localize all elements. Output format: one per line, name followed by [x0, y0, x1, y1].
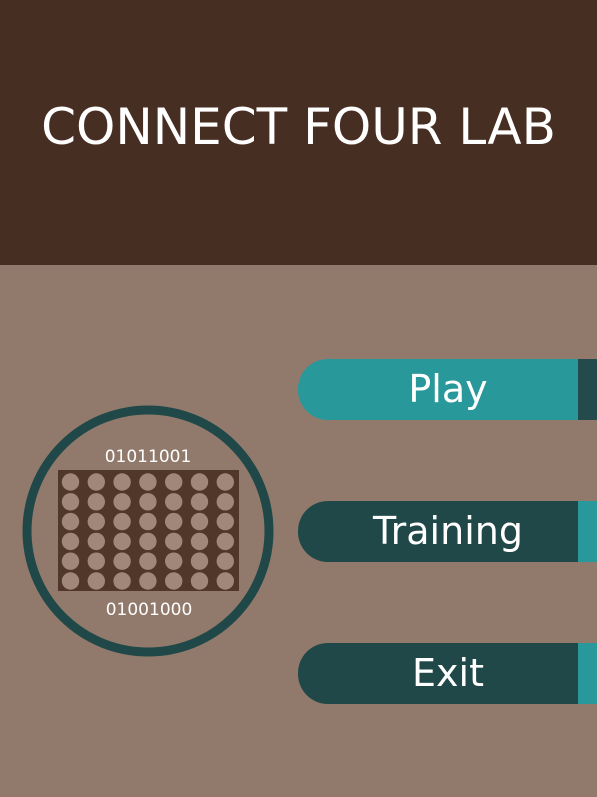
board-disc — [113, 512, 131, 531]
board-disc — [165, 512, 183, 531]
board-disc — [216, 473, 234, 491]
board-disc — [165, 532, 183, 551]
board-disc — [113, 532, 131, 551]
app-title: CONNECT FOUR LAB — [41, 98, 556, 156]
board-disc — [87, 512, 106, 531]
board-disc — [190, 512, 209, 531]
board-disc — [87, 532, 106, 551]
play-button[interactable]: Play — [298, 359, 597, 420]
board-disc — [61, 512, 80, 531]
board-disc — [139, 572, 157, 590]
board-disc — [87, 493, 106, 511]
board-disc — [113, 572, 131, 590]
board-disc — [216, 512, 234, 531]
logo-emblem: 01011001 01001000 — [22, 405, 274, 657]
board-disc — [165, 572, 183, 590]
board-disc — [61, 552, 80, 570]
board-disc — [87, 473, 106, 491]
board-disc — [190, 493, 209, 511]
board-disc — [165, 552, 183, 570]
board-disc — [190, 552, 209, 570]
board-disc — [139, 532, 157, 551]
board-disc — [165, 473, 183, 491]
board-disc — [113, 473, 131, 491]
exit-button-label: Exit — [412, 651, 484, 695]
play-button-cap — [578, 359, 597, 420]
board-disc — [139, 552, 157, 570]
board-disc — [216, 552, 234, 570]
board-disc — [61, 532, 80, 551]
board-disc — [190, 473, 209, 491]
board-disc — [190, 572, 209, 590]
board-disc — [139, 512, 157, 531]
exit-button-cap — [578, 643, 597, 704]
board-disc — [216, 572, 234, 590]
logo-bottom-binary: 01001000 — [106, 600, 193, 620]
training-button-label: Training — [373, 509, 523, 553]
board-disc — [139, 493, 157, 511]
play-button-label: Play — [408, 367, 488, 411]
board-disc — [139, 473, 157, 491]
board-disc — [61, 572, 80, 590]
board-disc — [216, 532, 234, 551]
board-disc — [87, 552, 106, 570]
board-disc — [190, 532, 209, 551]
board-disc — [113, 493, 131, 511]
training-button-cap — [578, 501, 597, 562]
board-disc — [165, 493, 183, 511]
board-disc — [61, 473, 80, 491]
header-banner: CONNECT FOUR LAB — [0, 0, 597, 265]
logo-top-binary: 01011001 — [105, 447, 192, 467]
training-button[interactable]: Training — [298, 501, 597, 562]
board-disc — [87, 572, 106, 590]
board-disc — [216, 493, 234, 511]
exit-button[interactable]: Exit — [298, 643, 597, 704]
board-disc — [61, 493, 80, 511]
board-disc — [113, 552, 131, 570]
